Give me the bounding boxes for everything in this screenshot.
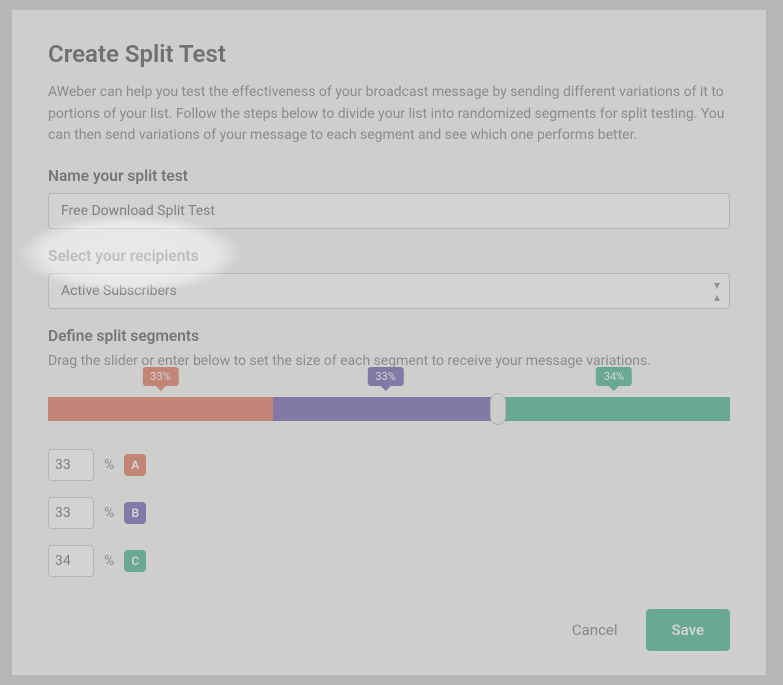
segment-bar-a: 33%: [48, 397, 273, 421]
recipients-select[interactable]: Active Subscribers: [48, 273, 730, 309]
segment-badge-a: A: [124, 454, 146, 476]
name-split-test-label: Name your split test: [48, 167, 730, 185]
segment-input-c[interactable]: [48, 545, 94, 577]
slider-handle[interactable]: [490, 393, 506, 425]
cancel-button[interactable]: Cancel: [572, 621, 618, 639]
percent-sign: %: [104, 505, 114, 521]
segment-input-b[interactable]: [48, 497, 94, 529]
segment-badge-c: C: [124, 550, 146, 572]
segment-row-b: % B: [48, 497, 730, 529]
page-title: Create Split Test: [48, 40, 730, 68]
segment-bubble-c: 34%: [596, 367, 632, 386]
dialog-footer: Cancel Save: [572, 609, 730, 651]
segment-row-a: % A: [48, 449, 730, 481]
split-test-name-input[interactable]: [48, 193, 730, 229]
segment-badge-b: B: [124, 502, 146, 524]
page-description: AWeber can help you test the effectivene…: [48, 82, 730, 147]
save-button[interactable]: Save: [646, 609, 730, 651]
percent-sign: %: [104, 457, 114, 473]
segment-input-a[interactable]: [48, 449, 94, 481]
segment-slider[interactable]: 33% 33% 34%: [48, 397, 730, 421]
segment-row-c: % C: [48, 545, 730, 577]
segment-bubble-b: 33%: [367, 367, 403, 386]
segment-bar-c: 34%: [498, 397, 730, 421]
select-recipients-label: Select your recipients: [48, 247, 730, 265]
segment-bar-b: 33%: [273, 397, 498, 421]
create-split-test-panel: Create Split Test AWeber can help you te…: [12, 10, 766, 675]
percent-sign: %: [104, 553, 114, 569]
define-segments-label: Define split segments: [48, 327, 730, 345]
segment-bubble-a: 33%: [142, 367, 178, 386]
